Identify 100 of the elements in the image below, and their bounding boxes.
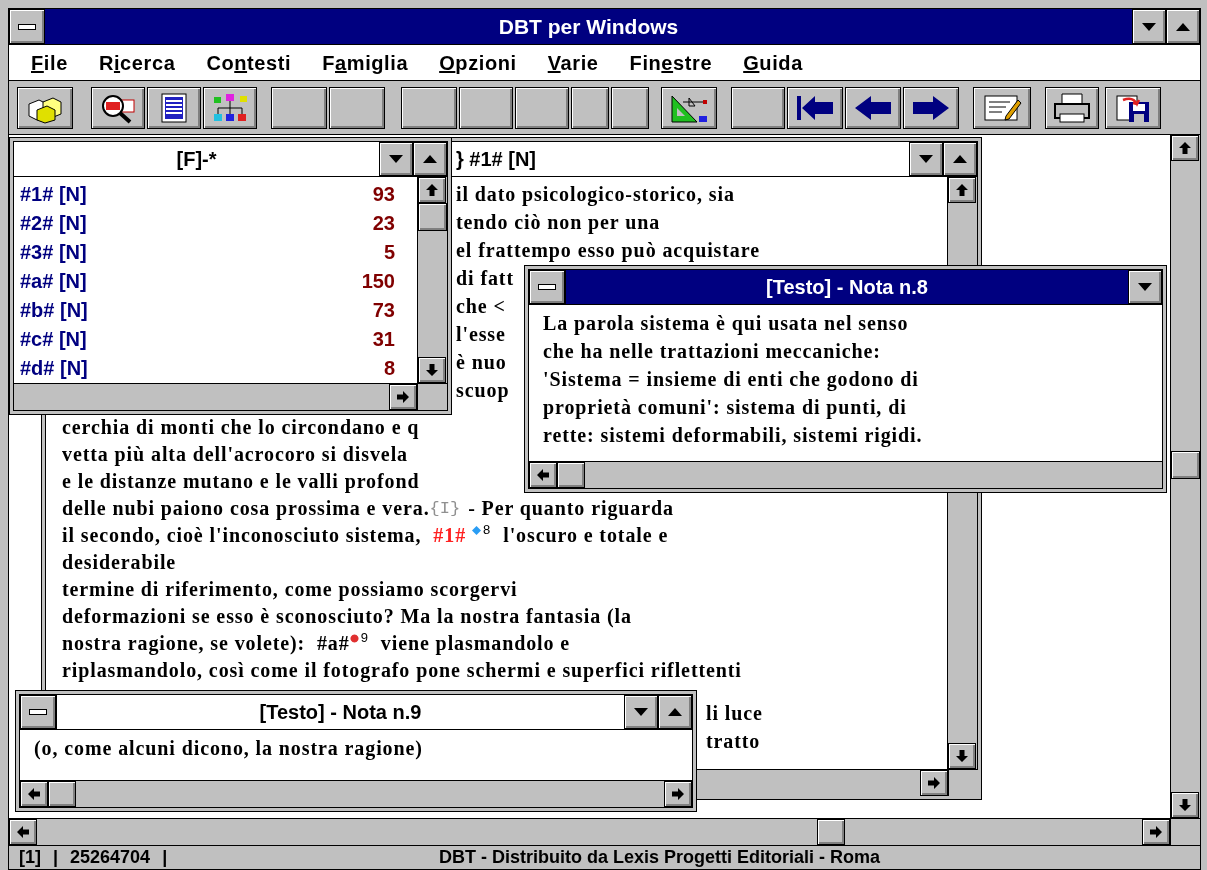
toolbar-button[interactable] [401, 86, 457, 129]
menu-item[interactable]: Opzioni [439, 47, 517, 78]
scroll-thumb[interactable] [817, 819, 845, 845]
list-item[interactable]: #a# [N] 150 [14, 266, 417, 295]
note-text: proprietà comuni': sistema di punti, di [543, 395, 907, 421]
note-text: che ha nelle trattazioni meccaniche: [543, 339, 881, 364]
scroll-up-button[interactable] [418, 177, 446, 203]
toolbar-button[interactable] [459, 86, 513, 129]
scroll-thumb[interactable] [1171, 451, 1200, 479]
toolbar-button[interactable] [973, 86, 1031, 129]
maximize-button[interactable] [1166, 9, 1200, 44]
menu-item[interactable]: File [31, 47, 68, 78]
scroll-right-button[interactable] [664, 781, 692, 807]
toolbar-button[interactable] [1105, 86, 1161, 129]
item-label: #c# [N] [20, 326, 87, 352]
list-item[interactable]: #c# [N] 31 [14, 324, 417, 353]
toolbar-button[interactable] [661, 86, 717, 129]
vertical-scrollbar[interactable] [1170, 135, 1200, 818]
arrow-up-icon [1178, 141, 1192, 155]
maximize-button[interactable] [658, 695, 692, 729]
list-item[interactable]: #2# [N] 23 [14, 208, 417, 237]
note-number: 8 [483, 522, 492, 537]
scroll-left-button[interactable] [9, 819, 37, 845]
toolbar-button[interactable] [17, 86, 73, 129]
toolbar-button[interactable] [329, 86, 385, 129]
note-marker-icon[interactable] [349, 633, 359, 643]
text-line: che < [456, 295, 506, 317]
list-item[interactable]: #b# [N] 73 [14, 295, 417, 324]
text-line: el frattempo esso può acquistare [456, 239, 760, 261]
system-menu-button[interactable] [20, 695, 56, 729]
scroll-thumb[interactable] [48, 781, 76, 807]
item-label: #a# [N] [20, 268, 87, 294]
scroll-thumb[interactable] [418, 203, 447, 231]
scroll-up-button[interactable] [1171, 135, 1199, 161]
toolbar-button[interactable] [515, 86, 569, 129]
vertical-scrollbar[interactable] [417, 177, 447, 383]
list-item[interactable]: #3# [N] 5 [14, 237, 417, 266]
scroll-left-button[interactable] [20, 781, 48, 807]
status-field: | [53, 844, 59, 870]
list-item[interactable]: #1# [N] 93 [14, 179, 417, 208]
dash-icon [538, 284, 556, 290]
text-line: desiderabile [62, 551, 177, 573]
caret-down-icon [919, 155, 933, 163]
item-label: #b# [N] [20, 297, 88, 323]
toolbar-button[interactable] [91, 86, 145, 129]
scroll-down-button[interactable] [418, 357, 446, 383]
window-title: } #1# [N] [456, 147, 537, 172]
maximize-button[interactable] [413, 142, 447, 176]
scroll-down-button[interactable] [948, 743, 976, 769]
toolbar-button[interactable] [845, 86, 901, 129]
text-line: e le distanze mutano e le valli profond [62, 470, 420, 492]
list-item[interactable]: #d# [N] 8 [14, 353, 417, 382]
note-marker-icon[interactable] [472, 525, 482, 535]
scroll-right-button[interactable] [920, 770, 948, 796]
toolbar-button[interactable] [731, 86, 785, 129]
menu-item[interactable]: Famiglia [322, 47, 409, 78]
text-line: cerchia di monti che lo circondano e q [62, 416, 420, 438]
minimize-button[interactable] [379, 142, 413, 176]
menu-item[interactable]: Ricerca [98, 47, 176, 78]
maximize-button[interactable] [943, 142, 977, 176]
system-menu-button[interactable] [9, 9, 45, 44]
toolbar-button[interactable] [903, 86, 959, 129]
toolbar-button[interactable] [1045, 86, 1099, 129]
minimize-button[interactable] [909, 142, 943, 176]
scroll-thumb[interactable] [557, 462, 585, 488]
system-menu-button[interactable] [529, 270, 565, 304]
menu-item[interactable]: Varie [547, 47, 599, 78]
reference-tag[interactable]: #1# [433, 522, 467, 549]
scroll-up-button[interactable] [948, 177, 976, 203]
toolbar-button[interactable] [787, 86, 843, 129]
toolbar-button[interactable] [203, 86, 257, 129]
toolbar-button[interactable] [147, 86, 201, 129]
arrow-right-icon [671, 787, 685, 801]
minimize-button[interactable] [1128, 270, 1162, 304]
body-text: nostra ragione, se volete): #a# [62, 631, 350, 657]
note-number: 9 [360, 630, 369, 645]
scroll-right-button[interactable] [389, 384, 417, 410]
status-field: 25264704 [70, 844, 151, 870]
status-field: [1] [19, 844, 41, 870]
toolbar-button[interactable] [271, 86, 327, 129]
menu-item[interactable]: Guida [743, 47, 803, 78]
horizontal-scrollbar[interactable] [9, 819, 1170, 845]
minimize-button[interactable] [624, 695, 658, 729]
scroll-left-button[interactable] [529, 462, 557, 488]
toolbar-button[interactable] [571, 86, 609, 129]
caret-up-icon [668, 708, 682, 716]
menu-item[interactable]: Contesti [206, 47, 292, 78]
dash-icon [29, 709, 47, 715]
toolbar-button[interactable] [611, 86, 649, 129]
status-message: DBT - Distribuito da Lexis Progetti Editoriali - Roma [439, 846, 881, 869]
item-count: 31 [372, 326, 395, 352]
note-text: 'Sistema = insieme di enti che godono di [543, 367, 919, 393]
body-text: l'oscuro e totale e [503, 523, 669, 548]
arrow-right-icon [1149, 825, 1163, 839]
text-line: tendo ciò non per una [456, 211, 661, 233]
minimize-button[interactable] [1132, 9, 1166, 44]
menu-item[interactable]: Finestre [629, 47, 713, 78]
scroll-down-button[interactable] [1171, 792, 1199, 818]
scroll-right-button[interactable] [1142, 819, 1170, 845]
horizontal-scrollbar[interactable] [20, 781, 692, 807]
